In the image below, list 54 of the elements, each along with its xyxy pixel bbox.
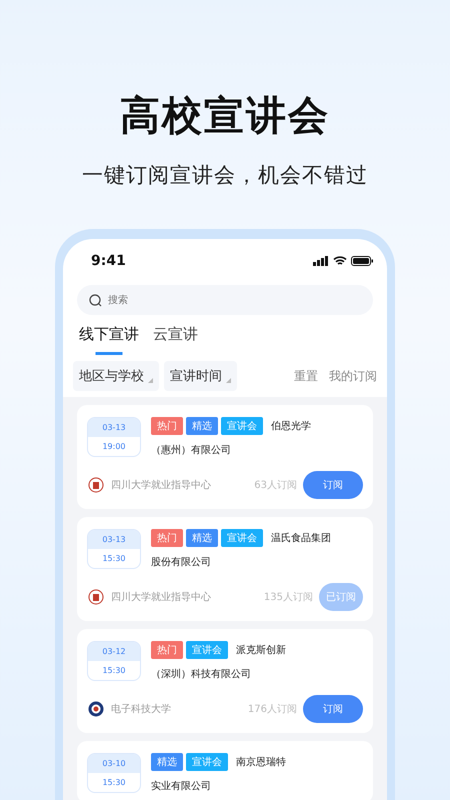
tab[interactable]: 线下宣讲 <box>79 325 139 355</box>
search-field[interactable]: 搜索 <box>77 285 373 315</box>
event-date: 03-10 <box>88 754 140 773</box>
tag: 精选 <box>151 753 183 771</box>
filter-dropdown[interactable]: 宣讲时间 <box>164 361 237 391</box>
event-card[interactable]: 03-10 15:30 精选 宣讲会 南京恩瑞特 实业有限公司 <box>77 741 373 800</box>
dropdown-icon <box>148 378 153 383</box>
event-time: 15:30 <box>101 777 127 789</box>
filter-dropdown[interactable]: 地区与学校 <box>73 361 159 391</box>
event-time: 15:30 <box>101 665 127 677</box>
event-time: 15:30 <box>101 553 127 565</box>
tag: 热门 <box>151 641 183 659</box>
emblem-icon <box>87 700 105 718</box>
battery-icon <box>351 256 373 266</box>
subtitle: 一键订阅宣讲会，机会不错过 <box>82 162 368 189</box>
tab[interactable]: 云宣讲 <box>153 325 198 355</box>
subscriber-count: 135人订阅 <box>264 591 313 604</box>
status-time: 9:41 <box>91 253 126 269</box>
tag: 宣讲会 <box>186 641 228 659</box>
company-name: 派克斯创新 <box>236 644 286 657</box>
subscriber-count: 63人订阅 <box>254 479 297 492</box>
event-card[interactable]: 03-13 19:00 热门 精选 宣讲会 伯恩光学 （惠州）有限公司 四川大学就业指导中心 63人订阅 订阅 <box>77 405 373 509</box>
action-link[interactable]: 重置 <box>294 368 318 384</box>
event-date: 03-13 <box>88 530 140 549</box>
host-name: 四川大学就业指导中心 <box>111 590 211 604</box>
host-name: 四川大学就业指导中心 <box>111 478 211 492</box>
tag: 宣讲会 <box>186 753 228 771</box>
seal-icon <box>87 476 105 494</box>
tag: 精选 <box>186 529 218 547</box>
company-name: 温氏食品集团 <box>271 532 331 545</box>
company-name: 伯恩光学 <box>271 420 311 433</box>
dropdown-icon <box>226 378 231 383</box>
seal-icon <box>87 588 105 606</box>
tag: 精选 <box>186 417 218 435</box>
tag: 热门 <box>151 417 183 435</box>
company-name: 实业有限公司 <box>151 780 212 793</box>
action-link[interactable]: 我的订阅 <box>329 368 377 384</box>
event-date: 03-12 <box>88 642 140 661</box>
signal-icon <box>313 256 329 266</box>
company-name: 股份有限公司 <box>151 556 212 569</box>
subscriber-count: 176人订阅 <box>248 703 297 716</box>
host-name: 电子科技大学 <box>111 702 171 716</box>
company-name: （深圳）科技有限公司 <box>151 668 252 681</box>
company-name: 南京恩瑞特 <box>236 756 286 769</box>
headline: 高校宣讲会 <box>120 92 330 141</box>
company-name: （惠州）有限公司 <box>151 444 232 457</box>
tag: 热门 <box>151 529 183 547</box>
event-card[interactable]: 03-13 15:30 热门 精选 宣讲会 温氏食品集团 股份有限公司 四川大学就业指导中心 135人订阅 已订阅 <box>77 517 373 621</box>
event-time: 19:00 <box>101 441 127 453</box>
tag: 宣讲会 <box>221 529 263 547</box>
event-date: 03-13 <box>88 418 140 437</box>
wifi-icon <box>333 256 347 266</box>
tag: 宣讲会 <box>221 417 263 435</box>
event-card[interactable]: 03-12 15:30 热门 宣讲会 派克斯创新 （深圳）科技有限公司 电子科技大学 176人订阅 订阅 <box>77 629 373 733</box>
